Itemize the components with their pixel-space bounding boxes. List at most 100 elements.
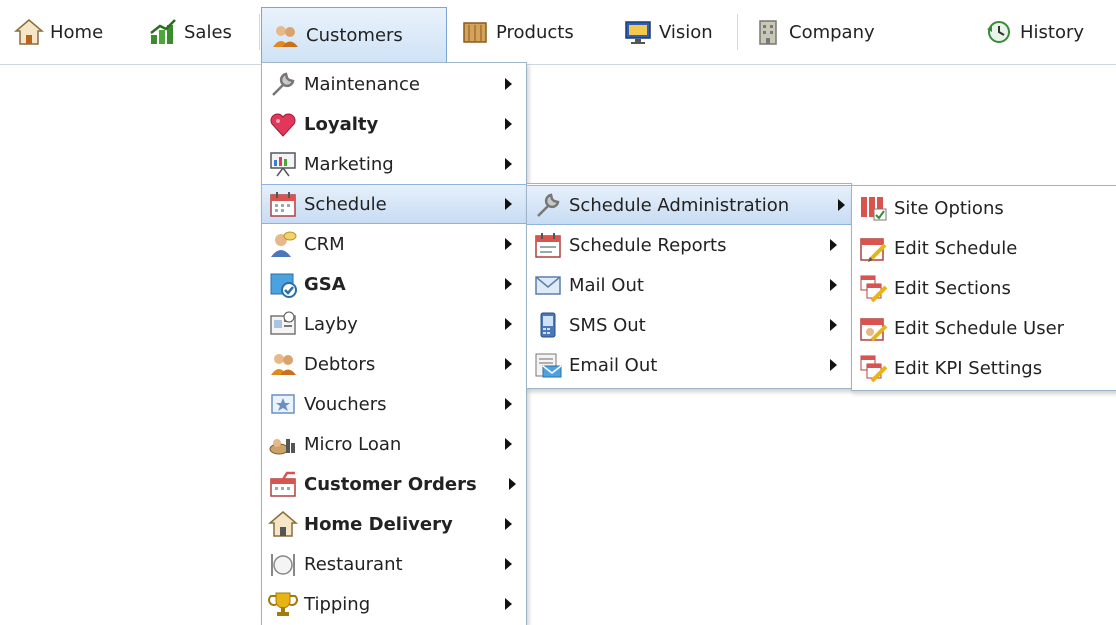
- nav-products-label: Products: [496, 21, 574, 43]
- menu-item-schedule[interactable]: Schedule: [262, 184, 526, 224]
- menu-item-marketing[interactable]: Marketing: [262, 144, 526, 184]
- menu-item-label: Layby: [304, 313, 358, 335]
- menu-item-label: Email Out: [569, 354, 658, 376]
- menu-item-edit-sections[interactable]: Edit Sections: [852, 268, 1116, 308]
- menu-item-email-out[interactable]: Email Out: [527, 345, 851, 385]
- menu-item-schedule-reports[interactable]: Schedule Reports: [527, 225, 851, 265]
- nav-history[interactable]: History: [976, 7, 1092, 57]
- menu-item-loyalty[interactable]: Loyalty: [262, 104, 526, 144]
- mail-icon: [533, 270, 563, 300]
- submenu-arrow-icon: [830, 319, 837, 331]
- menu-item-label: Edit KPI Settings: [894, 357, 1043, 379]
- home-icon: [13, 17, 45, 47]
- submenu-arrow-icon: [505, 558, 512, 570]
- submenu-arrow-icon: [505, 278, 512, 290]
- nav-company[interactable]: Company: [745, 7, 883, 57]
- menu-item-label: SMS Out: [569, 314, 646, 336]
- schedule-submenu: Schedule Administration Schedule Reports…: [526, 183, 852, 389]
- menu-item-label: Edit Schedule: [894, 237, 1018, 259]
- menu-item-label: Marketing: [304, 153, 394, 175]
- wrench-icon: [268, 69, 298, 99]
- nav-divider: [737, 14, 738, 50]
- menu-item-customer-orders[interactable]: Customer Orders: [262, 464, 526, 504]
- menu-item-sms-out[interactable]: SMS Out: [527, 305, 851, 345]
- nav-products[interactable]: Products: [452, 7, 582, 57]
- submenu-arrow-icon: [830, 279, 837, 291]
- menu-item-edit-schedule-user[interactable]: Edit Schedule User: [852, 308, 1116, 348]
- menu-item-label: Edit Schedule User: [894, 317, 1065, 339]
- menu-item-layby[interactable]: Layby: [262, 304, 526, 344]
- home-delivery-icon: [267, 509, 299, 539]
- menu-item-mail-out[interactable]: Mail Out: [527, 265, 851, 305]
- menu-item-label: Maintenance: [304, 73, 420, 95]
- submenu-arrow-icon: [505, 158, 512, 170]
- nav-divider: [259, 14, 260, 50]
- schedule-administration-submenu: Site Options Edit Schedule Edit Sections…: [851, 185, 1116, 391]
- menu-item-label: Mail Out: [569, 274, 644, 296]
- menu-item-label: Vouchers: [304, 393, 387, 415]
- submenu-arrow-icon: [505, 518, 512, 530]
- submenu-arrow-icon: [505, 198, 512, 210]
- phone-icon: [533, 310, 563, 340]
- submenu-arrow-icon: [505, 318, 512, 330]
- menu-item-label: Debtors: [304, 353, 376, 375]
- menu-item-home-delivery[interactable]: Home Delivery: [262, 504, 526, 544]
- menu-item-edit-schedule[interactable]: Edit Schedule: [852, 228, 1116, 268]
- menu-item-edit-kpi-settings[interactable]: Edit KPI Settings: [852, 348, 1116, 388]
- submenu-arrow-icon: [505, 118, 512, 130]
- menu-item-vouchers[interactable]: Vouchers: [262, 384, 526, 424]
- menu-item-maintenance[interactable]: Maintenance: [262, 64, 526, 104]
- micro-loan-icon: [268, 429, 298, 459]
- restaurant-icon: [268, 549, 298, 579]
- menu-item-label: Site Options: [894, 197, 1004, 219]
- customers-dropdown-menu: Maintenance Loyalty Marketing Schedule C…: [261, 62, 527, 625]
- edit-sections-icon: [858, 273, 888, 303]
- nav-home[interactable]: Home: [6, 7, 111, 57]
- nav-customers[interactable]: Customers: [261, 7, 447, 63]
- customer-orders-icon: [268, 469, 298, 499]
- menu-item-label: Customer Orders: [304, 473, 477, 495]
- crm-person-icon: [268, 229, 298, 259]
- submenu-arrow-icon: [505, 438, 512, 450]
- presentation-board-icon: [268, 149, 298, 179]
- submenu-arrow-icon: [505, 358, 512, 370]
- nav-customers-label: Customers: [306, 25, 403, 46]
- menu-item-tipping[interactable]: Tipping: [262, 584, 526, 624]
- customers-icon: [270, 21, 300, 51]
- nav-sales[interactable]: Sales: [140, 7, 240, 57]
- menu-item-label: Home Delivery: [304, 513, 453, 535]
- menu-item-micro-loan[interactable]: Micro Loan: [262, 424, 526, 464]
- nav-vision[interactable]: Vision: [615, 7, 721, 57]
- menu-item-label: Schedule Administration: [569, 194, 790, 216]
- menu-item-label: Restaurant: [304, 553, 403, 575]
- menu-item-gsa[interactable]: GSA: [262, 264, 526, 304]
- gsa-icon: [268, 269, 298, 299]
- company-building-icon: [753, 17, 783, 47]
- calendar-report-icon: [533, 230, 563, 260]
- submenu-arrow-icon: [830, 359, 837, 371]
- menu-item-site-options[interactable]: Site Options: [852, 188, 1116, 228]
- products-icon: [460, 17, 490, 47]
- layby-icon: [268, 309, 298, 339]
- voucher-icon: [268, 389, 298, 419]
- calendar-icon: [268, 189, 298, 219]
- menu-item-label: GSA: [304, 273, 346, 295]
- menu-item-debtors[interactable]: Debtors: [262, 344, 526, 384]
- menu-item-restaurant[interactable]: Restaurant: [262, 544, 526, 584]
- submenu-arrow-icon: [505, 238, 512, 250]
- sales-chart-icon: [148, 17, 178, 47]
- edit-schedule-user-icon: [858, 313, 888, 343]
- vision-monitor-icon: [623, 17, 653, 47]
- nav-company-label: Company: [789, 21, 875, 43]
- trophy-icon: [268, 589, 298, 619]
- submenu-arrow-icon: [505, 78, 512, 90]
- edit-kpi-icon: [858, 353, 888, 383]
- nav-vision-label: Vision: [659, 21, 713, 43]
- submenu-arrow-icon: [509, 478, 516, 490]
- submenu-arrow-icon: [505, 398, 512, 410]
- wrench-icon: [533, 190, 563, 220]
- menu-item-schedule-administration[interactable]: Schedule Administration: [527, 185, 851, 225]
- menu-item-label: Schedule Reports: [569, 234, 727, 256]
- menu-item-crm[interactable]: CRM: [262, 224, 526, 264]
- menu-item-label: Loyalty: [304, 113, 379, 135]
